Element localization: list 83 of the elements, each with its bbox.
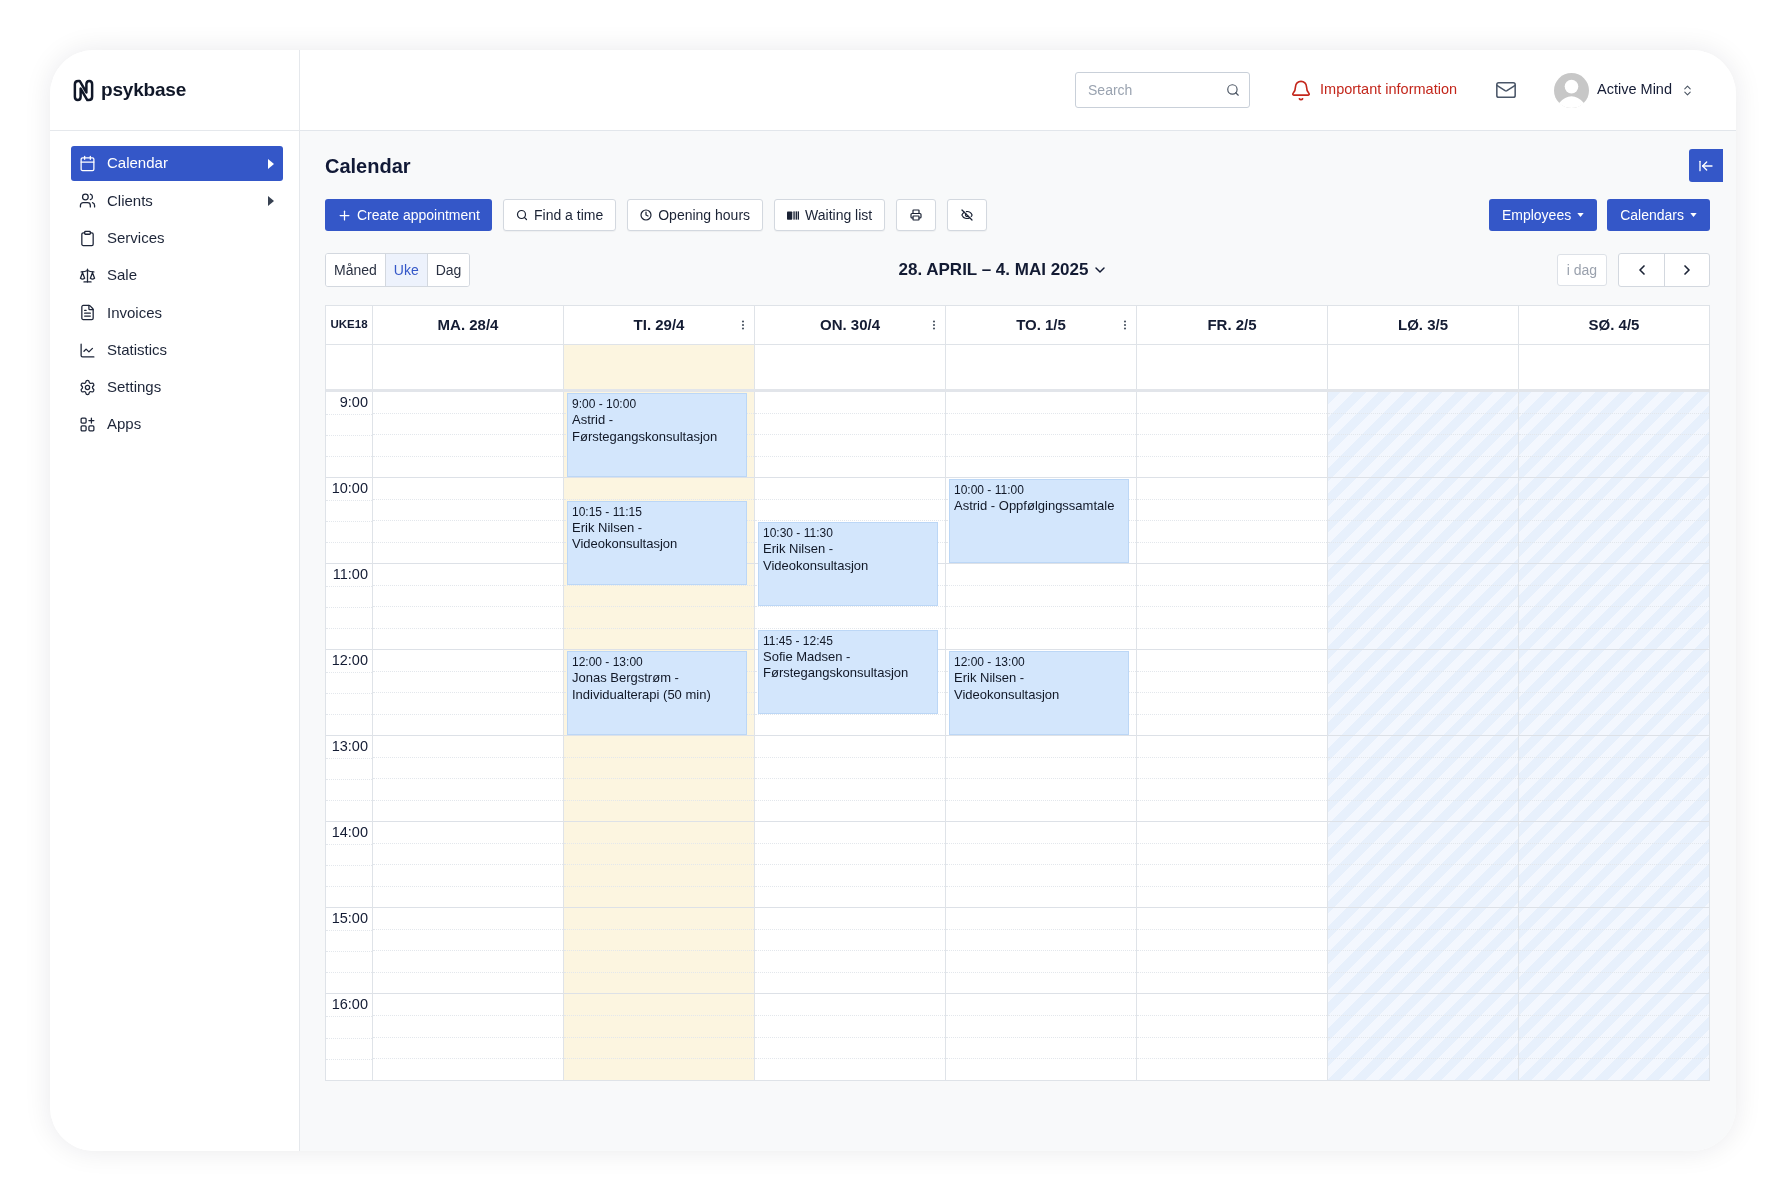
scale-icon bbox=[79, 267, 96, 285]
sidebar-item[interactable]: Settings bbox=[71, 369, 283, 406]
user-menu[interactable]: Active Mind bbox=[1554, 72, 1694, 108]
sidebar-item[interactable]: Apps bbox=[71, 407, 283, 443]
appointment-card[interactable]: 9:00 - 10:00 Astrid - Førstegangskonsultasjon bbox=[567, 393, 747, 477]
plus-icon bbox=[337, 207, 352, 223]
users-icon bbox=[79, 192, 96, 210]
time-label: 11:00 bbox=[332, 566, 368, 583]
printer-icon bbox=[910, 209, 923, 221]
time-label: 16:00 bbox=[331, 996, 368, 1013]
clock-icon bbox=[640, 209, 653, 221]
time-label: 9:00 bbox=[339, 394, 368, 411]
appointment-title: Astrid - Førstegangskonsultasjon bbox=[572, 412, 719, 445]
appointment-card[interactable]: 10:30 - 11:30 Erik Nilsen - Videokonsultasjon bbox=[758, 522, 938, 606]
search-field[interactable]: Search bbox=[1075, 72, 1251, 108]
appointment-title: Jonas Bergstrøm - Individualterapi (50 min) bbox=[572, 670, 712, 703]
list-card-icon bbox=[787, 210, 800, 220]
caret-icon bbox=[1577, 213, 1585, 217]
chevrons-icon bbox=[1681, 83, 1694, 97]
day-header: MA. 28/4 bbox=[437, 314, 499, 335]
clipboard-icon bbox=[79, 229, 96, 247]
time-label: 13:00 bbox=[331, 738, 368, 755]
view-tab[interactable]: Dag bbox=[426, 254, 470, 286]
day-header: TO. 1/5 bbox=[1016, 314, 1066, 335]
time-label: 15:00 bbox=[331, 910, 368, 927]
time-label: 12:00 bbox=[331, 652, 368, 669]
page-title: Calendar bbox=[325, 153, 411, 179]
appointment-card[interactable]: 10:00 - 11:00 Astrid - Oppfølgingssamtale bbox=[949, 479, 1129, 563]
appointment-time: 10:00 - 11:00 bbox=[954, 483, 1024, 498]
appointment-time: 10:15 - 11:15 bbox=[572, 504, 642, 520]
sidebar-item[interactable]: Statistics bbox=[71, 332, 283, 368]
appointment-title: Erik Nilsen - Videokonsultasjon bbox=[954, 670, 1061, 703]
icon-button[interactable] bbox=[896, 199, 937, 231]
time-label: 10:00 bbox=[331, 480, 368, 497]
appointment-time: 10:30 - 11:30 bbox=[763, 526, 833, 541]
day-header: FR. 2/5 bbox=[1207, 314, 1257, 335]
important-information-link[interactable]: Important information bbox=[1290, 78, 1458, 102]
icon-button[interactable] bbox=[947, 199, 988, 231]
appointment-time: 12:00 - 13:00 bbox=[572, 655, 643, 670]
appointment-title: Astrid - Oppfølgingssamtale bbox=[954, 498, 1115, 515]
sidebar-item[interactable]: Sale bbox=[71, 257, 283, 294]
calendar-icon bbox=[79, 155, 96, 173]
collapse-button[interactable] bbox=[1689, 149, 1723, 182]
day-header: SØ. 4/5 bbox=[1588, 314, 1640, 335]
day-header: LØ. 3/5 bbox=[1398, 314, 1448, 335]
logo-text: psykbase bbox=[101, 77, 186, 102]
filter-dropdown[interactable]: Employees bbox=[1488, 199, 1598, 231]
week-number: UKE18 bbox=[330, 317, 368, 333]
logo-icon bbox=[72, 77, 95, 103]
search-icon bbox=[1226, 83, 1241, 97]
sidebar-item[interactable]: Services bbox=[71, 220, 283, 256]
action-button[interactable]: Waiting list bbox=[774, 199, 886, 231]
bell-icon bbox=[1290, 78, 1313, 102]
appointment-title: Erik Nilsen - Videokonsultasjon bbox=[572, 519, 679, 553]
filter-dropdown[interactable]: Calendars bbox=[1607, 199, 1710, 231]
appointment-time: 9:00 - 10:00 bbox=[572, 397, 637, 412]
action-button[interactable]: Create appointment bbox=[325, 199, 492, 231]
sidebar-item[interactable]: Calendar bbox=[71, 146, 283, 182]
appointment-time: 11:45 - 12:45 bbox=[763, 633, 833, 649]
apps-grid-icon bbox=[79, 416, 96, 434]
sidebar-item[interactable]: Clients bbox=[71, 183, 283, 219]
eye-off-icon bbox=[961, 209, 974, 221]
caret-icon bbox=[1690, 213, 1697, 217]
action-button[interactable]: Opening hours bbox=[627, 199, 764, 231]
day-header: ON. 30/4 bbox=[820, 314, 880, 335]
appointment-time: 12:00 - 13:00 bbox=[954, 655, 1025, 670]
day-header: TI. 29/4 bbox=[633, 314, 685, 335]
search-icon bbox=[515, 209, 528, 221]
line-chart-icon bbox=[79, 341, 96, 359]
settings-icon bbox=[79, 378, 96, 396]
view-tab[interactable]: Uke bbox=[384, 254, 427, 286]
document-icon bbox=[79, 304, 96, 322]
sidebar-item[interactable]: Invoices bbox=[71, 295, 283, 331]
appointment-title: Erik Nilsen - Videokonsultasjon bbox=[763, 541, 870, 574]
appointment-card[interactable]: 11:45 - 12:45 Sofie Madsen - Førstegangskonsultasjon bbox=[758, 629, 938, 714]
time-label: 14:00 bbox=[331, 824, 368, 841]
date-range-picker[interactable]: 28. APRIL – 4. MAI 2025 bbox=[898, 257, 1109, 283]
appointment-card[interactable]: 12:00 - 13:00 Erik Nilsen - Videokonsultasjon bbox=[949, 651, 1129, 735]
user-avatar bbox=[1554, 72, 1590, 108]
appointment-card[interactable]: 10:15 - 11:15 Erik Nilsen - Videokonsultasjon bbox=[567, 500, 747, 585]
action-button[interactable]: Find a time bbox=[502, 199, 617, 231]
appointment-title: Sofie Madsen - Førstegangskonsultasjon bbox=[763, 648, 910, 682]
appointment-card[interactable]: 12:00 - 13:00 Jonas Bergstrøm - Individualterapi (50 min) bbox=[567, 651, 747, 735]
